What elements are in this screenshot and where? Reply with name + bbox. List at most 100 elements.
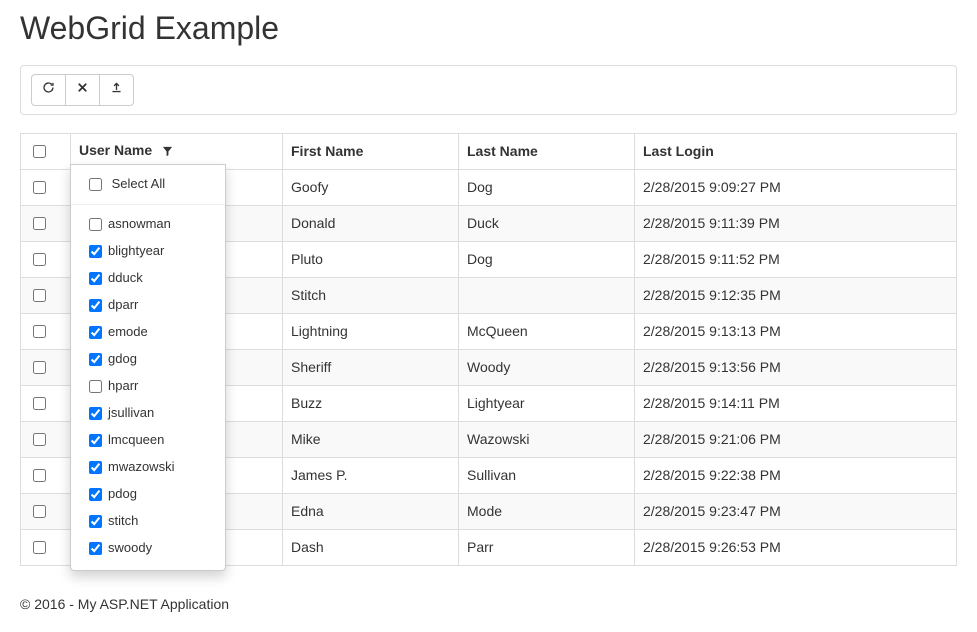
header-username[interactable]: User Name Select All asnowmanblightyeard… [71,133,283,169]
page-title: WebGrid Example [20,10,957,47]
export-icon [110,80,123,100]
cell-lastname: Dog [459,241,635,277]
filter-option-checkbox[interactable] [89,434,102,447]
filter-option[interactable]: blightyear [85,242,211,261]
cell-lastlogin: 2/28/2015 9:11:39 PM [635,205,957,241]
row-checkbox[interactable] [33,253,46,266]
export-button[interactable] [99,74,134,106]
filter-option-checkbox[interactable] [89,218,102,231]
filter-icon[interactable] [162,144,173,160]
filter-option-checkbox[interactable] [89,272,102,285]
header-lastlogin[interactable]: Last Login [635,133,957,169]
cell-lastname: Mode [459,493,635,529]
filter-option[interactable]: lmcqueen [85,431,211,450]
filter-option-checkbox[interactable] [89,380,102,393]
row-checkbox[interactable] [33,397,46,410]
header-select-all [21,133,71,169]
cell-lastlogin: 2/28/2015 9:13:56 PM [635,349,957,385]
header-firstname-label: First Name [291,143,363,159]
filter-option[interactable]: gdog [85,350,211,369]
filter-option[interactable]: dduck [85,269,211,288]
cell-firstname: Buzz [283,385,459,421]
filter-option-label: stitch [108,512,138,527]
refresh-button[interactable] [31,74,66,106]
cell-lastname: Wazowski [459,421,635,457]
row-checkbox[interactable] [33,325,46,338]
select-all-rows-checkbox[interactable] [33,145,46,158]
data-grid: User Name Select All asnowman blightyear d… [20,133,957,566]
filter-option[interactable]: asnowman [85,215,211,234]
refresh-icon [42,80,55,100]
filter-option[interactable]: dparr [85,296,211,315]
header-lastname[interactable]: Last Name [459,133,635,169]
filter-option-checkbox[interactable] [89,245,102,258]
filter-option-label: swoody [108,539,152,554]
cell-lastlogin: 2/28/2015 9:13:13 PM [635,313,957,349]
cell-lastlogin: 2/28/2015 9:14:11 PM [635,385,957,421]
cell-lastlogin: 2/28/2015 9:23:47 PM [635,493,957,529]
filter-option-label: dduck [108,269,143,284]
row-checkbox[interactable] [33,181,46,194]
cell-lastname [459,277,635,313]
cell-lastlogin: 2/28/2015 9:12:35 PM [635,277,957,313]
filter-option-label: pdog [108,485,137,500]
filter-option[interactable]: hparr [85,377,211,396]
row-checkbox[interactable] [33,505,46,518]
header-lastname-label: Last Name [467,143,538,159]
cell-lastname: Woody [459,349,635,385]
row-checkbox[interactable] [33,433,46,446]
cell-firstname: James P. [283,457,459,493]
filter-option[interactable]: jsullivan [85,404,211,423]
filter-option-checkbox[interactable] [89,299,102,312]
cell-lastname: Dog [459,169,635,205]
filter-option[interactable]: pdog [85,485,211,504]
filter-option-label: jsullivan [108,404,154,419]
header-username-label: User Name [79,142,152,158]
filter-option[interactable]: swoody [85,539,211,558]
row-checkbox[interactable] [33,541,46,554]
filter-option-checkbox[interactable] [89,515,102,528]
filter-select-all-label: Select All [112,175,165,190]
filter-option[interactable]: emode [85,323,211,342]
row-checkbox[interactable] [33,217,46,230]
filter-option-label: blightyear [108,242,164,257]
filter-option-label: lmcqueen [108,431,164,446]
cell-lastname: McQueen [459,313,635,349]
cell-firstname: Lightning [283,313,459,349]
username-filter-dropdown: Select All asnowman blightyear dduck dparr e… [70,164,226,571]
filter-option[interactable]: stitch [85,512,211,531]
filter-option-checkbox[interactable] [89,353,102,366]
filter-option-checkbox[interactable] [89,407,102,420]
filter-option[interactable]: mwazowski [85,458,211,477]
close-icon [76,80,89,100]
cell-firstname: Sheriff [283,349,459,385]
cell-lastlogin: 2/28/2015 9:09:27 PM [635,169,957,205]
row-checkbox[interactable] [33,361,46,374]
header-firstname[interactable]: First Name [283,133,459,169]
filter-option-label: emode [108,323,148,338]
filter-select-all-checkbox[interactable] [89,178,102,191]
row-checkbox[interactable] [33,469,46,482]
filter-select-all[interactable]: Select All [85,175,211,194]
cell-lastlogin: 2/28/2015 9:11:52 PM [635,241,957,277]
cell-lastname: Lightyear [459,385,635,421]
cell-lastname: Duck [459,205,635,241]
filter-option-checkbox[interactable] [89,326,102,339]
filter-option-checkbox[interactable] [89,542,102,555]
cell-lastlogin: 2/28/2015 9:21:06 PM [635,421,957,457]
filter-option-label: dparr [108,296,138,311]
cell-firstname: Edna [283,493,459,529]
cell-firstname: Dash [283,529,459,565]
footer-text: © 2016 - My ASP.NET Application [20,596,957,612]
clear-filters-button[interactable] [65,74,100,106]
filter-option-checkbox[interactable] [89,488,102,501]
header-lastlogin-label: Last Login [643,143,714,159]
cell-firstname: Goofy [283,169,459,205]
cell-lastname: Parr [459,529,635,565]
cell-firstname: Donald [283,205,459,241]
filter-option-checkbox[interactable] [89,461,102,474]
cell-lastlogin: 2/28/2015 9:22:38 PM [635,457,957,493]
cell-lastlogin: 2/28/2015 9:26:53 PM [635,529,957,565]
cell-firstname: Mike [283,421,459,457]
row-checkbox[interactable] [33,289,46,302]
